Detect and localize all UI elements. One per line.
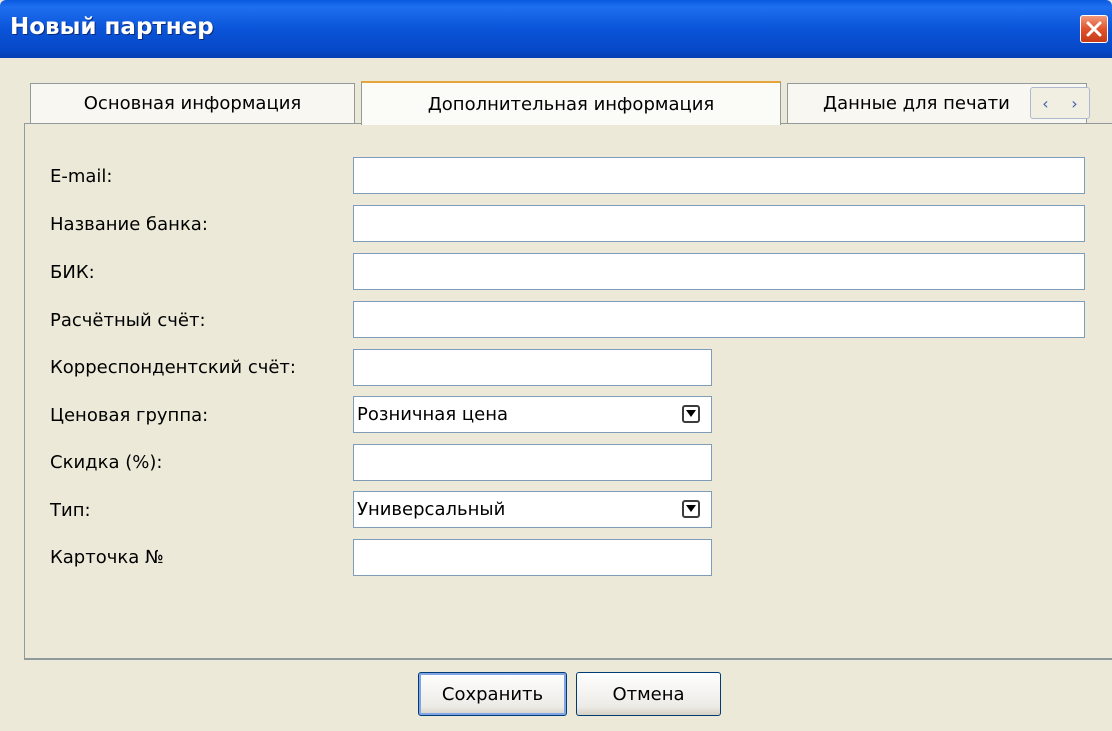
- tab-scroll-left-icon[interactable]: ‹: [1042, 94, 1048, 113]
- type-value: Универсальный: [357, 499, 506, 520]
- cancel-button-label: Отмена: [612, 683, 685, 705]
- bik-label: БИК:: [50, 262, 95, 283]
- settlement-account-field[interactable]: [353, 301, 1085, 338]
- cancel-button[interactable]: Отмена: [576, 672, 721, 716]
- save-button[interactable]: Сохранить: [418, 672, 567, 716]
- type-label: Тип:: [50, 500, 91, 521]
- correspondent-account-field[interactable]: [353, 349, 712, 386]
- card-number-field[interactable]: [353, 539, 712, 576]
- title-bar[interactable]: Новый партнер: [0, 0, 1112, 58]
- price-group-value: Розничная цена: [357, 404, 509, 425]
- price-group-select[interactable]: Розничная цена: [353, 396, 712, 433]
- type-select[interactable]: Универсальный: [353, 491, 712, 528]
- tab-print-data-label: Данные для печати: [823, 93, 1010, 114]
- tab-basic-info[interactable]: Основная информация: [30, 83, 355, 123]
- tab-panel: [24, 123, 1112, 660]
- discount-label: Скидка (%):: [50, 452, 163, 473]
- email-label: E-mail:: [50, 166, 113, 187]
- tab-additional-info-label: Дополнительная информация: [427, 93, 715, 115]
- close-icon: [1086, 21, 1102, 37]
- close-button[interactable]: [1080, 15, 1108, 43]
- window-title: Новый партнер: [10, 14, 214, 40]
- dropdown-arrow-icon[interactable]: [682, 405, 700, 423]
- email-field[interactable]: [353, 157, 1085, 194]
- bank-name-label: Название банка:: [50, 214, 208, 235]
- bik-field[interactable]: [353, 253, 1085, 290]
- settlement-account-label: Расчётный счёт:: [50, 310, 206, 331]
- correspondent-account-label: Корреспондентский счёт:: [50, 357, 296, 378]
- tab-additional-info[interactable]: Дополнительная информация: [361, 81, 781, 125]
- dialog-window: Новый партнер Основная информация Дополн…: [0, 0, 1112, 731]
- bank-name-field[interactable]: [353, 205, 1085, 242]
- tab-basic-info-label: Основная информация: [83, 93, 302, 114]
- save-button-label: Сохранить: [441, 683, 544, 705]
- dropdown-arrow-icon[interactable]: [682, 500, 700, 518]
- price-group-label: Ценовая группа:: [50, 405, 209, 426]
- card-number-label: Карточка №: [50, 547, 164, 568]
- tab-scroll-right-icon[interactable]: ›: [1071, 94, 1077, 113]
- tab-scroll-buttons: ‹ ›: [1030, 87, 1090, 119]
- discount-field[interactable]: [353, 444, 712, 481]
